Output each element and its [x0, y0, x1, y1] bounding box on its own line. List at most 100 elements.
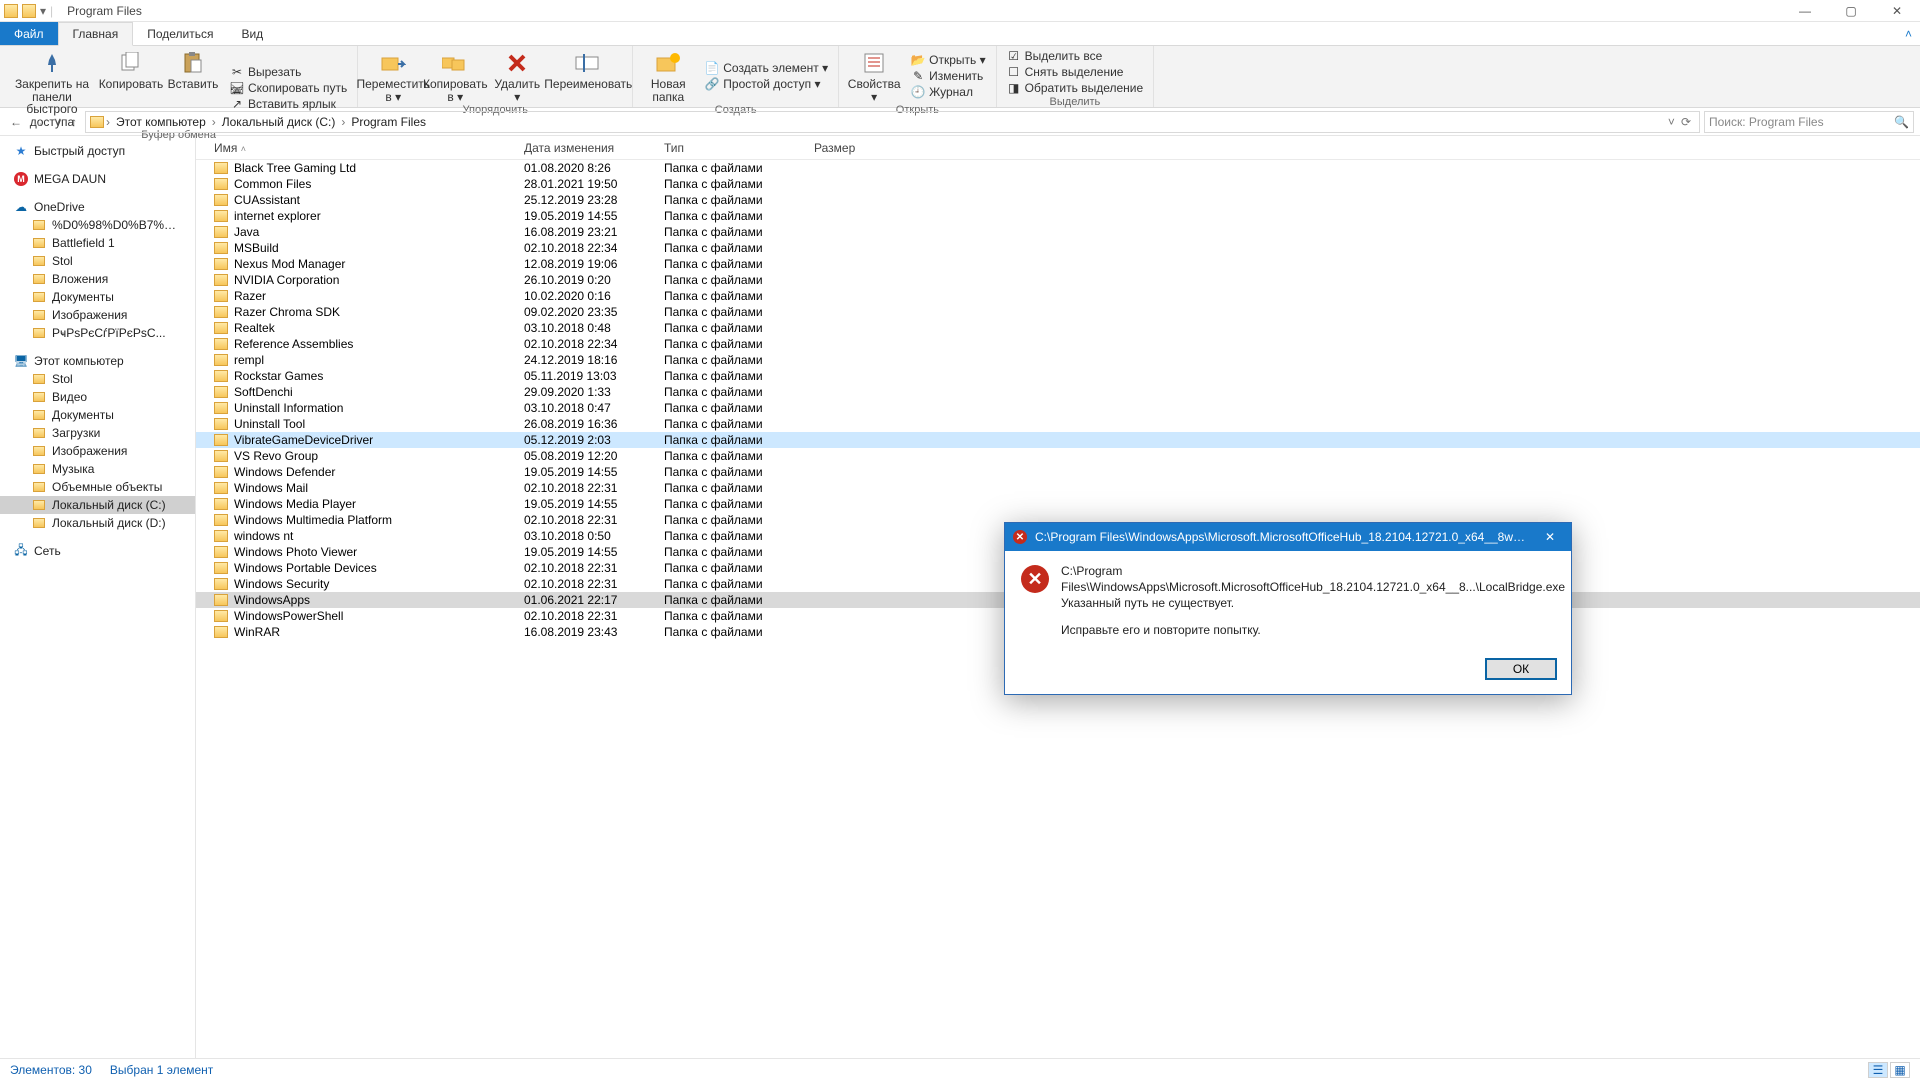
sidebar-item[interactable]: Документы [0, 288, 195, 306]
crumb-thispc[interactable]: Этот компьютер [112, 115, 210, 129]
file-row[interactable]: CUAssistant25.12.2019 23:28Папка с файла… [196, 192, 1920, 208]
crumb-drive-c[interactable]: Локальный диск (C:) [218, 115, 340, 129]
sidebar-quick-access[interactable]: ★Быстрый доступ [0, 142, 195, 160]
column-name[interactable]: Имя ˄ [196, 141, 516, 155]
history-button[interactable]: 🕘Журнал [909, 84, 987, 99]
file-row[interactable]: MSBuild02.10.2018 22:34Папка с файлами [196, 240, 1920, 256]
file-row[interactable]: Realtek03.10.2018 0:48Папка с файлами [196, 320, 1920, 336]
sidebar-item[interactable]: РҹРѕРєСѓРїРєРѕС... [0, 324, 195, 342]
file-name: Java [234, 225, 259, 239]
dialog-ok-button[interactable]: ОК [1485, 658, 1557, 680]
sidebar-item[interactable]: Объемные объекты [0, 478, 195, 496]
sidebar-item[interactable]: Загрузки [0, 424, 195, 442]
minimize-button[interactable]: — [1782, 0, 1828, 22]
qat-dropdown-icon[interactable]: ▾ [40, 4, 46, 18]
file-date: 19.05.2019 14:55 [516, 497, 656, 511]
file-date: 29.09.2020 1:33 [516, 385, 656, 399]
file-row[interactable]: Razer10.02.2020 0:16Папка с файлами [196, 288, 1920, 304]
sidebar-item[interactable]: Локальный диск (C:) [0, 496, 195, 514]
file-row[interactable]: VibrateGameDeviceDriver05.12.2019 2:03Па… [196, 432, 1920, 448]
file-row[interactable]: Rockstar Games05.11.2019 13:03Папка с фа… [196, 368, 1920, 384]
tab-share[interactable]: Поделиться [133, 22, 227, 45]
qat-folder-icon[interactable] [22, 4, 36, 18]
folder-icon [32, 308, 46, 322]
sidebar-item[interactable]: Локальный диск (D:) [0, 514, 195, 532]
thumbnails-view-button[interactable]: ▦ [1890, 1062, 1910, 1078]
open-button[interactable]: 📂Открыть ▾ [909, 52, 987, 67]
tab-view[interactable]: Вид [227, 22, 277, 45]
close-button[interactable]: ✕ [1874, 0, 1920, 22]
file-row[interactable]: Uninstall Information03.10.2018 0:47Папк… [196, 400, 1920, 416]
properties-button[interactable]: Свойства ▾ [847, 48, 901, 103]
copy-path-button[interactable]: 🛤Скопировать путь [228, 81, 349, 96]
tab-file[interactable]: Файл [0, 22, 58, 45]
recent-locations-icon[interactable]: ˅ [54, 115, 61, 129]
select-all-button[interactable]: ☑Выделить все [1005, 48, 1146, 63]
sidebar-mega[interactable]: MMEGA DAUN [0, 170, 195, 188]
sidebar-network[interactable]: 🖧Сеть [0, 542, 195, 560]
sidebar-item[interactable]: Документы [0, 406, 195, 424]
sidebar-item[interactable]: Видео [0, 388, 195, 406]
file-row[interactable]: Windows Defender19.05.2019 14:55Папка с … [196, 464, 1920, 480]
folder-icon [32, 272, 46, 286]
file-row[interactable]: SoftDenchi29.09.2020 1:33Папка с файлами [196, 384, 1920, 400]
address-bar[interactable]: › Этот компьютер› Локальный диск (C:)› P… [85, 111, 1700, 133]
delete-button[interactable]: Удалить ▾ [490, 48, 544, 103]
file-row[interactable]: VS Revo Group05.08.2019 12:20Папка с фай… [196, 448, 1920, 464]
file-row[interactable]: Uninstall Tool26.08.2019 16:36Папка с фа… [196, 416, 1920, 432]
column-date[interactable]: Дата изменения [516, 141, 656, 155]
sidebar-item[interactable]: Stol [0, 252, 195, 270]
sidebar-item[interactable]: Вложения [0, 270, 195, 288]
sidebar-onedrive[interactable]: ☁OneDrive [0, 198, 195, 216]
file-row[interactable]: internet explorer19.05.2019 14:55Папка с… [196, 208, 1920, 224]
sidebar-item[interactable]: Музыка [0, 460, 195, 478]
sidebar-item[interactable]: Stol [0, 370, 195, 388]
file-row[interactable]: Windows Media Player19.05.2019 14:55Папк… [196, 496, 1920, 512]
rename-button[interactable]: Переименовать [552, 48, 624, 103]
paste-shortcut-button[interactable]: ↗Вставить ярлык [228, 97, 349, 112]
copy-to-button[interactable]: Копировать в ▾ [428, 48, 482, 103]
file-row[interactable]: Razer Chroma SDK09.02.2020 23:35Папка с … [196, 304, 1920, 320]
forward-button[interactable]: → [32, 115, 44, 129]
crumb-program-files[interactable]: Program Files [347, 115, 430, 129]
address-dropdown-icon[interactable]: ˅ [1668, 115, 1675, 129]
sidebar-item[interactable]: Изображения [0, 306, 195, 324]
file-row[interactable]: Java16.08.2019 23:21Папка с файлами [196, 224, 1920, 240]
sidebar-item[interactable]: %D0%98%D0%B7%… [0, 216, 195, 234]
file-row[interactable]: Common Files28.01.2021 19:50Папка с файл… [196, 176, 1920, 192]
file-row[interactable]: Reference Assemblies02.10.2018 22:34Папк… [196, 336, 1920, 352]
tab-home[interactable]: Главная [58, 22, 134, 46]
move-to-button[interactable]: Переместить в ▾ [366, 48, 420, 103]
details-view-button[interactable]: ☰ [1868, 1062, 1888, 1078]
dialog-close-button[interactable]: ✕ [1537, 526, 1563, 548]
maximize-button[interactable]: ▢ [1828, 0, 1874, 22]
file-row[interactable]: NVIDIA Corporation26.10.2019 0:20Папка с… [196, 272, 1920, 288]
column-type[interactable]: Тип [656, 141, 806, 155]
edit-button[interactable]: ✎Изменить [909, 68, 987, 83]
ribbon-collapse-icon[interactable]: ˄ [1897, 22, 1920, 45]
file-row[interactable]: Nexus Mod Manager12.08.2019 19:06Папка с… [196, 256, 1920, 272]
easy-access-button[interactable]: 🔗Простой доступ ▾ [703, 76, 830, 91]
file-name: VibrateGameDeviceDriver [234, 433, 373, 447]
new-folder-button[interactable]: Новая папка [641, 48, 695, 103]
folder-icon [214, 514, 228, 526]
file-row[interactable]: Windows Mail02.10.2018 22:31Папка с файл… [196, 480, 1920, 496]
select-none-button[interactable]: ☐Снять выделение [1005, 64, 1146, 79]
refresh-button[interactable]: ⟳ [1677, 115, 1695, 129]
sidebar-item[interactable]: Battlefield 1 [0, 234, 195, 252]
address-folder-icon [90, 116, 104, 128]
column-size[interactable]: Размер [806, 141, 906, 155]
folder-icon [214, 178, 228, 190]
back-button[interactable]: ← [10, 115, 22, 129]
navigation-pane[interactable]: ★Быстрый доступ MMEGA DAUN ☁OneDrive %D0… [0, 136, 196, 1058]
sidebar-this-pc[interactable]: 🖥Этот компьютер [0, 352, 195, 370]
cut-button[interactable]: ✂Вырезать [228, 65, 349, 80]
dialog-titlebar[interactable]: ✕ C:\Program Files\WindowsApps\Microsoft… [1005, 523, 1571, 551]
search-box[interactable]: Поиск: Program Files 🔍 [1704, 111, 1914, 133]
sidebar-item[interactable]: Изображения [0, 442, 195, 460]
file-row[interactable]: rempl24.12.2019 18:16Папка с файлами [196, 352, 1920, 368]
up-button[interactable]: ↑ [71, 115, 77, 129]
new-item-button[interactable]: 📄Создать элемент ▾ [703, 60, 830, 75]
file-row[interactable]: Black Tree Gaming Ltd01.08.2020 8:26Папк… [196, 160, 1920, 176]
invert-selection-button[interactable]: ◨Обратить выделение [1005, 80, 1146, 95]
